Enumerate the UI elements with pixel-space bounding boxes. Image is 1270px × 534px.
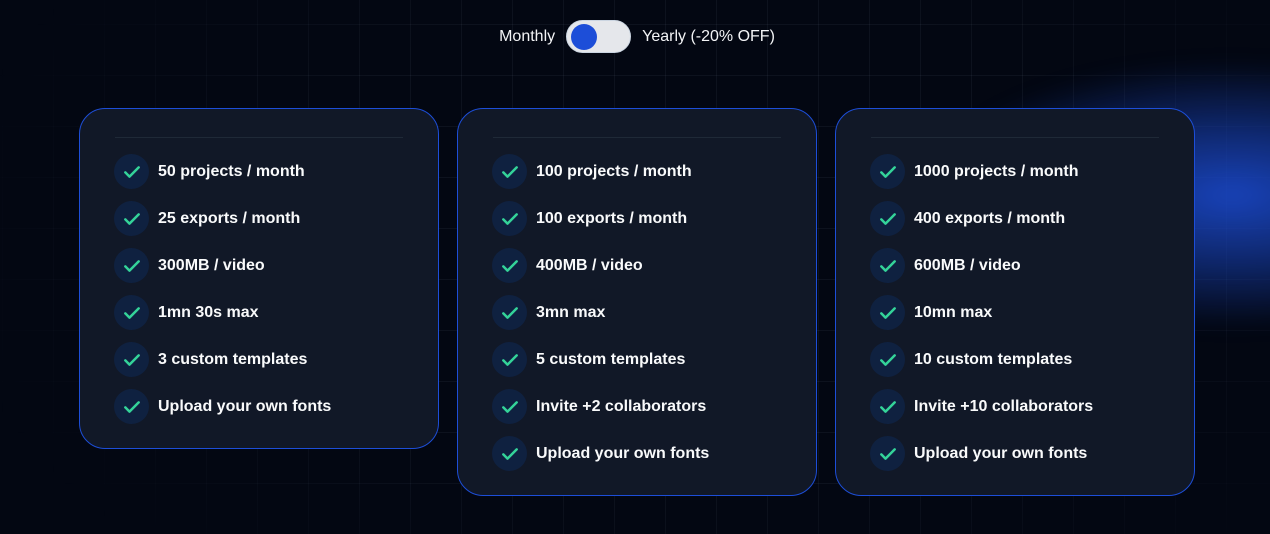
check-icon [114, 248, 149, 283]
feature-item: 25 exports / month [114, 195, 404, 242]
check-icon [870, 342, 905, 377]
check-icon [492, 154, 527, 189]
feature-text: 10 custom templates [914, 350, 1073, 368]
plan-card-3: 1000 projects / month 400 exports / month… [835, 108, 1195, 496]
feature-text: 5 custom templates [536, 350, 686, 368]
card-divider [115, 137, 403, 138]
feature-text: 10mn max [914, 303, 993, 321]
feature-item: 600MB / video [870, 242, 1160, 289]
plan-card-1: 50 projects / month 25 exports / month 300… [79, 108, 439, 449]
check-icon [114, 389, 149, 424]
feature-text: Upload your own fonts [158, 397, 332, 415]
feature-text: 3 custom templates [158, 350, 308, 368]
feature-list: 50 projects / month 25 exports / month 300… [114, 148, 404, 430]
feature-item: Upload your own fonts [870, 430, 1160, 477]
plan-card-2: 100 projects / month 100 exports / month 4… [457, 108, 817, 496]
feature-text: 100 projects / month [536, 162, 692, 180]
feature-item: 1000 projects / month [870, 148, 1160, 195]
feature-item: Invite +2 collaborators [492, 383, 782, 430]
check-icon [492, 248, 527, 283]
toggle-knob[interactable] [571, 24, 598, 50]
feature-text: 50 projects / month [158, 162, 305, 180]
check-icon [870, 248, 905, 283]
feature-item: 400MB / video [492, 242, 782, 289]
billing-period-toggle[interactable] [566, 20, 632, 53]
feature-text: 3mn max [536, 303, 606, 321]
feature-item: 5 custom templates [492, 336, 782, 383]
check-icon [114, 342, 149, 377]
check-icon [870, 201, 905, 236]
feature-list: 1000 projects / month 400 exports / month… [870, 148, 1160, 477]
card-divider [871, 137, 1159, 138]
check-icon [114, 295, 149, 330]
check-icon [114, 154, 149, 189]
check-icon [492, 201, 527, 236]
feature-item: 50 projects / month [114, 148, 404, 195]
feature-text: 100 exports / month [536, 209, 688, 227]
feature-text: 25 exports / month [158, 209, 301, 227]
check-icon [114, 201, 149, 236]
feature-list: 100 projects / month 100 exports / month 4… [492, 148, 782, 477]
feature-text: 300MB / video [158, 256, 265, 274]
check-icon [870, 389, 905, 424]
feature-item: Upload your own fonts [492, 430, 782, 477]
feature-text: 1mn 30s max [158, 303, 259, 321]
feature-text: Invite +10 collaborators [914, 397, 1094, 415]
check-icon [492, 389, 527, 424]
monthly-label[interactable]: Monthly [499, 28, 555, 46]
feature-item: 10mn max [870, 289, 1160, 336]
feature-item: 100 exports / month [492, 195, 782, 242]
card-divider [493, 137, 781, 138]
check-icon [492, 295, 527, 330]
feature-item: 400 exports / month [870, 195, 1160, 242]
feature-text: Upload your own fonts [914, 444, 1088, 462]
feature-text: Invite +2 collaborators [536, 397, 707, 415]
check-icon [492, 342, 527, 377]
feature-item: 300MB / video [114, 242, 404, 289]
feature-text: 600MB / video [914, 256, 1021, 274]
feature-item: 1mn 30s max [114, 289, 404, 336]
feature-item: Upload your own fonts [114, 383, 404, 430]
check-icon [492, 436, 527, 471]
billing-toggle-row: Monthly Yearly (-20% OFF) [0, 20, 1270, 53]
feature-item: 100 projects / month [492, 148, 782, 195]
feature-item: 3mn max [492, 289, 782, 336]
yearly-label[interactable]: Yearly (-20% OFF) [642, 28, 775, 46]
feature-item: 3 custom templates [114, 336, 404, 383]
check-icon [870, 295, 905, 330]
feature-text: 400 exports / month [914, 209, 1066, 227]
feature-text: 1000 projects / month [914, 162, 1079, 180]
feature-item: 10 custom templates [870, 336, 1160, 383]
check-icon [870, 154, 905, 189]
feature-text: 400MB / video [536, 256, 643, 274]
check-icon [870, 436, 905, 471]
feature-text: Upload your own fonts [536, 444, 710, 462]
feature-item: Invite +10 collaborators [870, 383, 1160, 430]
